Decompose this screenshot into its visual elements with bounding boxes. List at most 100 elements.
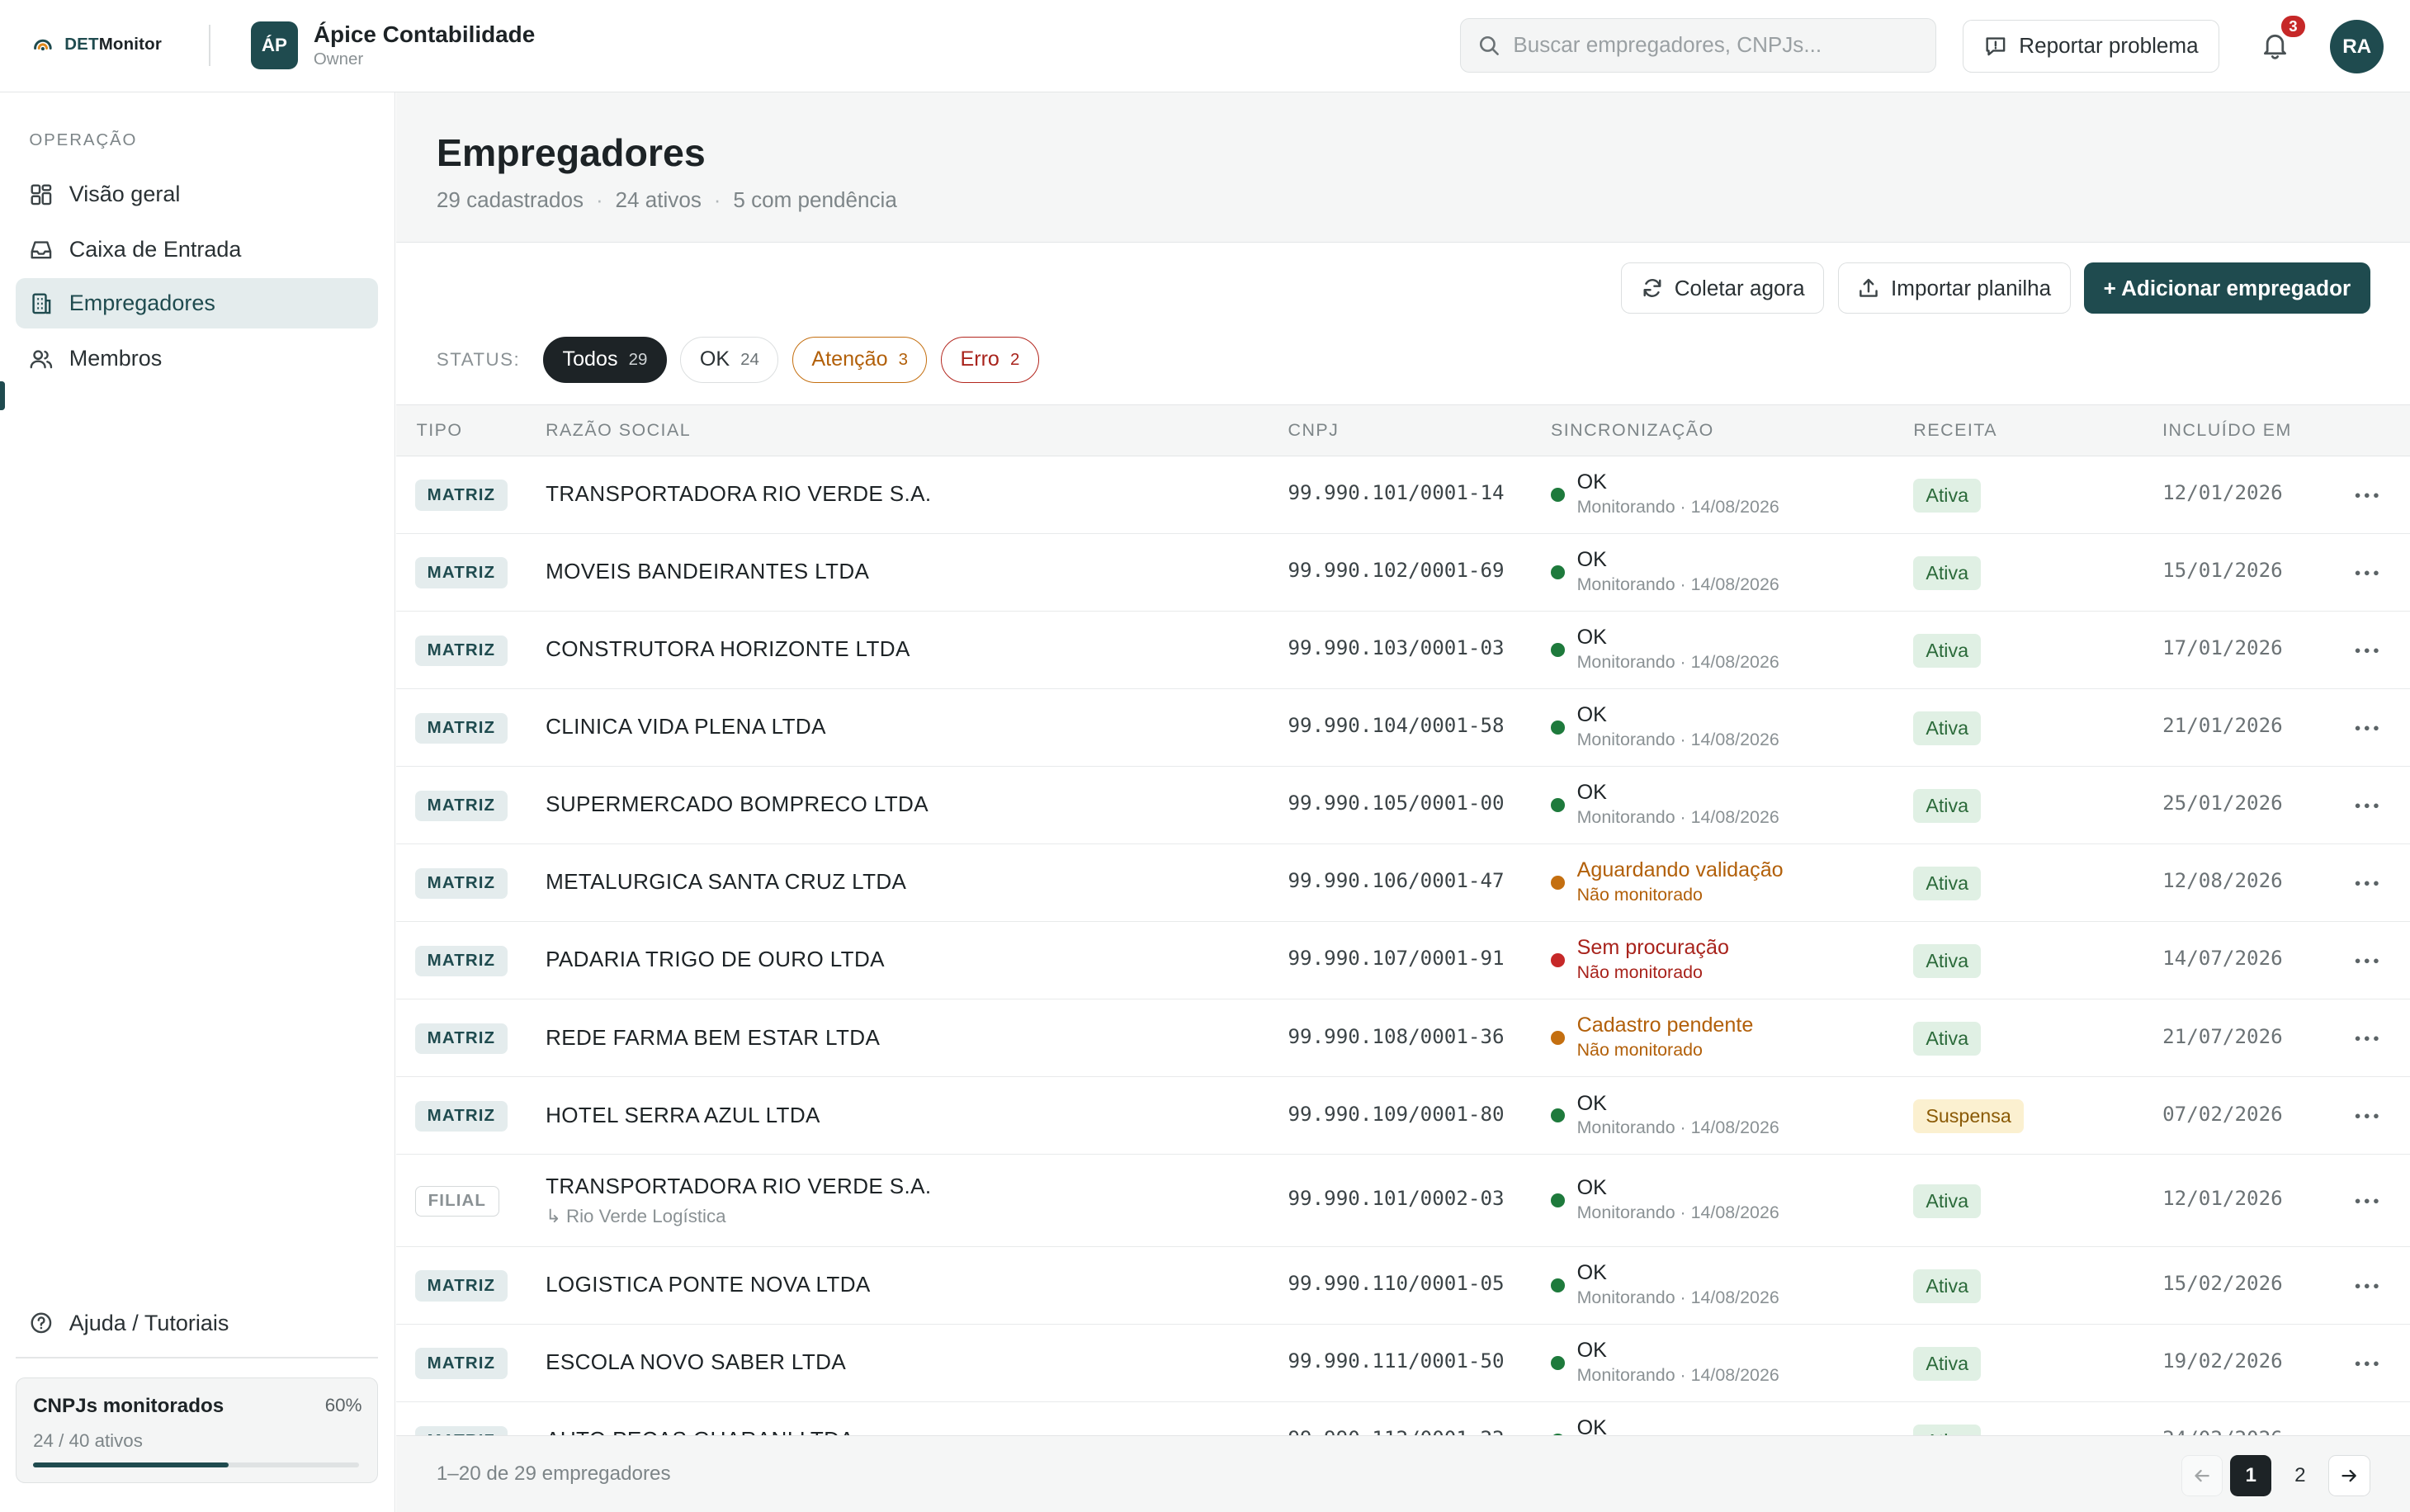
user-avatar[interactable]: RA — [2330, 20, 2384, 74]
razao-social[interactable]: PADARIA TRIGO DE OURO LTDA — [546, 947, 885, 972]
chip-count: 3 — [898, 349, 908, 369]
global-search[interactable] — [1460, 18, 1937, 73]
more-options-icon[interactable] — [2353, 721, 2381, 736]
tipo-badge: MATRIZ — [414, 712, 508, 744]
cnpj-value: 99.990.103/0001-03 — [1288, 636, 1505, 660]
table-row[interactable]: MATRIZ ESCOLA NOVO SABER LTDA 99.990.111/0… — [396, 1325, 2410, 1403]
column-header-receita[interactable]: RECEITA — [1913, 420, 1997, 441]
razao-social[interactable]: SUPERMERCADO BOMPRECO LTDA — [546, 791, 929, 817]
message-icon — [1986, 37, 2006, 56]
included-date: 21/07/2026 — [2162, 1024, 2283, 1048]
previous-page-button[interactable] — [2181, 1454, 2223, 1496]
more-options-icon[interactable] — [2353, 1356, 2381, 1372]
razao-social[interactable]: METALURGICA SANTA CRUZ LTDA — [546, 869, 906, 895]
sync-detail: Não monitorado — [1576, 962, 1703, 983]
add-employer-button[interactable]: + Adicionar empregador — [2084, 262, 2370, 314]
sync-status-dot — [1550, 1030, 1565, 1045]
tipo-badge: MATRIZ — [414, 1100, 508, 1132]
filter-chip-ok[interactable]: OK 24 — [680, 336, 779, 383]
more-options-icon[interactable] — [2353, 1193, 2381, 1209]
more-options-icon[interactable] — [2353, 1108, 2381, 1124]
filter-chip-atencao[interactable]: Atenção 3 — [792, 336, 928, 383]
razao-social[interactable]: HOTEL SERRA AZUL LTDA — [546, 1103, 820, 1128]
more-options-icon[interactable] — [2353, 798, 2381, 814]
razao-social[interactable]: CONSTRUTORA HORIZONTE LTDA — [546, 636, 910, 662]
column-header-razao-social[interactable]: RAZÃO SOCIAL — [546, 420, 691, 441]
more-options-icon[interactable] — [2353, 565, 2381, 581]
add-employer-label: + Adicionar empregador — [2103, 275, 2351, 300]
import-spreadsheet-button[interactable]: Importar planilha — [1837, 262, 2071, 314]
quota-progress-fill — [33, 1462, 229, 1467]
org-avatar[interactable]: ÁP — [250, 21, 299, 69]
table-row[interactable]: MATRIZ CONSTRUTORA HORIZONTE LTDA 99.990.1… — [396, 612, 2410, 690]
receita-badge: Ativa — [1913, 711, 1981, 745]
table-body: MATRIZ TRANSPORTADORA RIO VERDE S.A. 99.99… — [396, 456, 2410, 1436]
brand-logo[interactable]: DETMonitor — [31, 32, 162, 57]
column-header-sincronizacao[interactable]: SINCRONIZAÇÃO — [1551, 420, 1714, 441]
table-row[interactable]: MATRIZ TRANSPORTADORA RIO VERDE S.A. 99.99… — [396, 456, 2410, 535]
razao-social[interactable]: AUTO PECAS GUARANI LTDA — [546, 1427, 854, 1435]
sync-detail: Monitorando · 14/08/2026 — [1576, 574, 1779, 594]
razao-social[interactable]: MOVEIS BANDEIRANTES LTDA — [546, 559, 869, 584]
cnpj-value: 99.990.106/0001-47 — [1288, 869, 1505, 893]
org-name[interactable]: Ápice Contabilidade — [314, 21, 535, 48]
razao-social[interactable]: CLINICA VIDA PLENA LTDA — [546, 714, 826, 739]
upload-icon — [1859, 278, 1878, 297]
cnpj-value: 99.990.105/0001-00 — [1288, 791, 1505, 815]
sync-status: OK — [1576, 703, 1607, 727]
column-header-tipo[interactable]: TIPO — [417, 420, 463, 441]
sync-detail: Monitorando · 14/08/2026 — [1576, 730, 1779, 750]
razao-social[interactable]: TRANSPORTADORA RIO VERDE S.A. — [546, 481, 931, 507]
table-row[interactable]: MATRIZ METALURGICA SANTA CRUZ LTDA 99.990.… — [396, 844, 2410, 923]
razao-social[interactable]: TRANSPORTADORA RIO VERDE S.A. — [546, 1174, 931, 1199]
table-row[interactable]: MATRIZ HOTEL SERRA AZUL LTDA 99.990.109/00… — [396, 1077, 2410, 1155]
sync-status: OK — [1576, 781, 1607, 805]
column-header-cnpj[interactable]: CNPJ — [1288, 420, 1340, 441]
chip-count: 2 — [1009, 349, 1020, 369]
razao-social[interactable]: REDE FARMA BEM ESTAR LTDA — [546, 1025, 880, 1051]
more-options-icon[interactable] — [2353, 953, 2381, 969]
sidebar-item-empregadores[interactable]: Empregadores — [15, 278, 379, 329]
more-options-icon[interactable] — [2353, 1278, 2381, 1294]
sync-status: OK — [1576, 1261, 1607, 1285]
sync-status-dot — [1550, 1355, 1565, 1370]
more-options-icon[interactable] — [2353, 876, 2381, 891]
column-header-incluido-em[interactable]: INCLUÍDO EM — [2162, 420, 2292, 441]
sidebar-item-membros[interactable]: Membros — [16, 333, 378, 384]
next-page-button[interactable] — [2328, 1454, 2370, 1496]
razao-social[interactable]: ESCOLA NOVO SABER LTDA — [546, 1349, 846, 1375]
help-circle-icon — [31, 1312, 52, 1334]
razao-social[interactable]: LOGISTICA PONTE NOVA LTDA — [546, 1272, 871, 1297]
page-button-2[interactable]: 2 — [2280, 1455, 2321, 1496]
included-date: 24/02/2026 — [2162, 1427, 2283, 1435]
sync-status-dot — [1550, 642, 1565, 657]
search-input[interactable] — [1513, 32, 1913, 59]
table-row[interactable]: MATRIZ PADARIA TRIGO DE OURO LTDA 99.990.1… — [396, 922, 2410, 1000]
table-row[interactable]: MATRIZ SUPERMERCADO BOMPRECO LTDA 99.990.1… — [396, 767, 2410, 845]
more-options-icon[interactable] — [2353, 1031, 2381, 1047]
chip-label: Erro — [960, 347, 999, 371]
inbox-icon — [31, 241, 52, 259]
table-row[interactable]: MATRIZ LOGISTICA PONTE NOVA LTDA 99.990.11… — [396, 1247, 2410, 1325]
sidebar-item-visao-geral[interactable]: Visão geral — [16, 169, 378, 220]
table-row[interactable]: MATRIZ AUTO PECAS GUARANI LTDA 99.990.112/… — [396, 1402, 2409, 1436]
more-options-icon[interactable] — [2353, 643, 2381, 659]
tipo-badge: MATRIZ — [414, 1348, 508, 1379]
status-filter-label: STATUS: — [436, 348, 521, 370]
table-row[interactable]: FILIAL TRANSPORTADORA RIO VERDE S.A. ↳ Rio… — [396, 1155, 2410, 1248]
table-row[interactable]: MATRIZ REDE FARMA BEM ESTAR LTDA 99.990.10… — [396, 999, 2410, 1078]
more-options-icon[interactable] — [2353, 488, 2381, 503]
filter-chip-erro[interactable]: Erro 2 — [941, 336, 1039, 383]
receita-badge: Suspensa — [1913, 1099, 2024, 1133]
report-problem-button[interactable]: Reportar problema — [1963, 20, 2219, 73]
receita-badge: Ativa — [1913, 1346, 1981, 1381]
collect-now-button[interactable]: Coletar agora — [1621, 262, 1824, 314]
filter-chip-todos[interactable]: Todos 29 — [543, 336, 667, 383]
sidebar-item-caixa-de-entrada[interactable]: Caixa de Entrada — [16, 224, 378, 275]
help-tutorials-link[interactable]: Ajuda / Tutoriais — [16, 1300, 378, 1346]
receita-badge: Ativa — [1913, 478, 1981, 513]
page-button-1[interactable]: 1 — [2230, 1454, 2272, 1496]
cnpj-value: 99.990.102/0001-69 — [1288, 559, 1505, 583]
table-row[interactable]: MATRIZ MOVEIS BANDEIRANTES LTDA 99.990.102… — [396, 534, 2410, 612]
table-row[interactable]: MATRIZ CLINICA VIDA PLENA LTDA 99.990.104/… — [396, 689, 2410, 768]
